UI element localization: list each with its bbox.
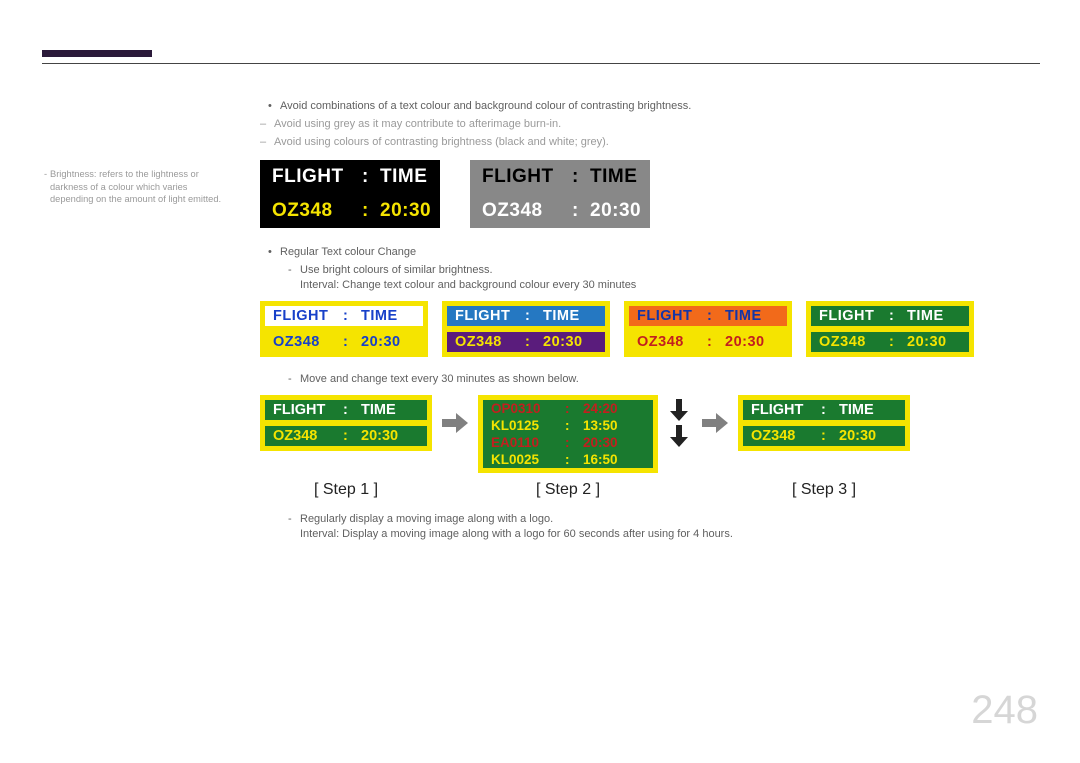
step-2-label: [ Step 2 ]: [478, 481, 658, 499]
arrow-right-icon: [440, 395, 470, 451]
step-3-label: [ Step 3 ]: [738, 481, 910, 499]
subdash-move-text: Move and change text every 30 minutes as…: [260, 373, 1040, 385]
example-displays-contrast: FLIGHT:TIME OZ348:20:30 FLIGHT:TIME OZ34…: [260, 160, 1040, 228]
arrow-right-icon: [700, 395, 730, 451]
step-2-display: OP0310:24:20KL0125:13:50EA0110:20:30KL00…: [478, 395, 658, 473]
time-label: TIME: [380, 166, 428, 188]
subplain-interval-4h: Interval: Display a moving image along w…: [260, 528, 1040, 540]
bullet-regular-change: Regular Text colour Change: [260, 246, 1040, 258]
down-arrows-icon: [666, 395, 692, 451]
display-colour-1: FLIGHT:TIME OZ348:20:30: [260, 301, 428, 357]
bullet-avoid-combinations: Avoid combinations of a text colour and …: [260, 100, 1040, 112]
step2-row: KL0025:16:50: [483, 451, 653, 468]
steps-row: FLIGHT:TIME OZ348:20:30 OP0310:24:20KL01…: [260, 395, 1040, 473]
header-accent-bar: [42, 50, 152, 57]
step2-row: EA0110:20:30: [483, 434, 653, 451]
dash-avoid-grey: Avoid using grey as it may contribute to…: [260, 118, 1040, 130]
step-3-display: FLIGHT:TIME OZ348:20:30: [738, 395, 910, 451]
display-grey: FLIGHT:TIME OZ348:20:30: [470, 160, 650, 228]
flight-label: FLIGHT: [272, 166, 362, 188]
step-1-label: [ Step 1 ]: [260, 481, 432, 499]
step2-row: OP0310:24:20: [483, 400, 653, 417]
example-displays-4colour: FLIGHT:TIME OZ348:20:30 FLIGHT:TIME OZ34…: [260, 301, 1040, 357]
display-colour-2: FLIGHT:TIME OZ348:20:30: [442, 301, 610, 357]
step-1-display: FLIGHT:TIME OZ348:20:30: [260, 395, 432, 451]
subdash-moving-image: Regularly display a moving image along w…: [260, 513, 1040, 525]
page-number: 248: [971, 688, 1038, 733]
subplain-interval-30: Interval: Change text colour and backgro…: [260, 279, 1040, 291]
main-content: Avoid combinations of a text colour and …: [260, 100, 1040, 543]
dash-avoid-contrast: Avoid using colours of contrasting brigh…: [260, 136, 1040, 148]
display-black: FLIGHT:TIME OZ348:20:30: [260, 160, 440, 228]
time-value: 20:30: [380, 200, 431, 222]
header-rule: [42, 63, 1040, 64]
step-labels: [ Step 1 ] [ Step 2 ] [ Step 3 ]: [260, 481, 1040, 499]
sidenote-brightness: Brightness: refers to the lightness or d…: [50, 168, 225, 206]
flight-value: OZ348: [272, 200, 362, 222]
display-colour-4: FLIGHT:TIME OZ348:20:30: [806, 301, 974, 357]
subdash-bright-colours: Use bright colours of similar brightness…: [260, 264, 1040, 276]
display-colour-3: FLIGHT:TIME OZ348:20:30: [624, 301, 792, 357]
step2-row: KL0125:13:50: [483, 417, 653, 434]
